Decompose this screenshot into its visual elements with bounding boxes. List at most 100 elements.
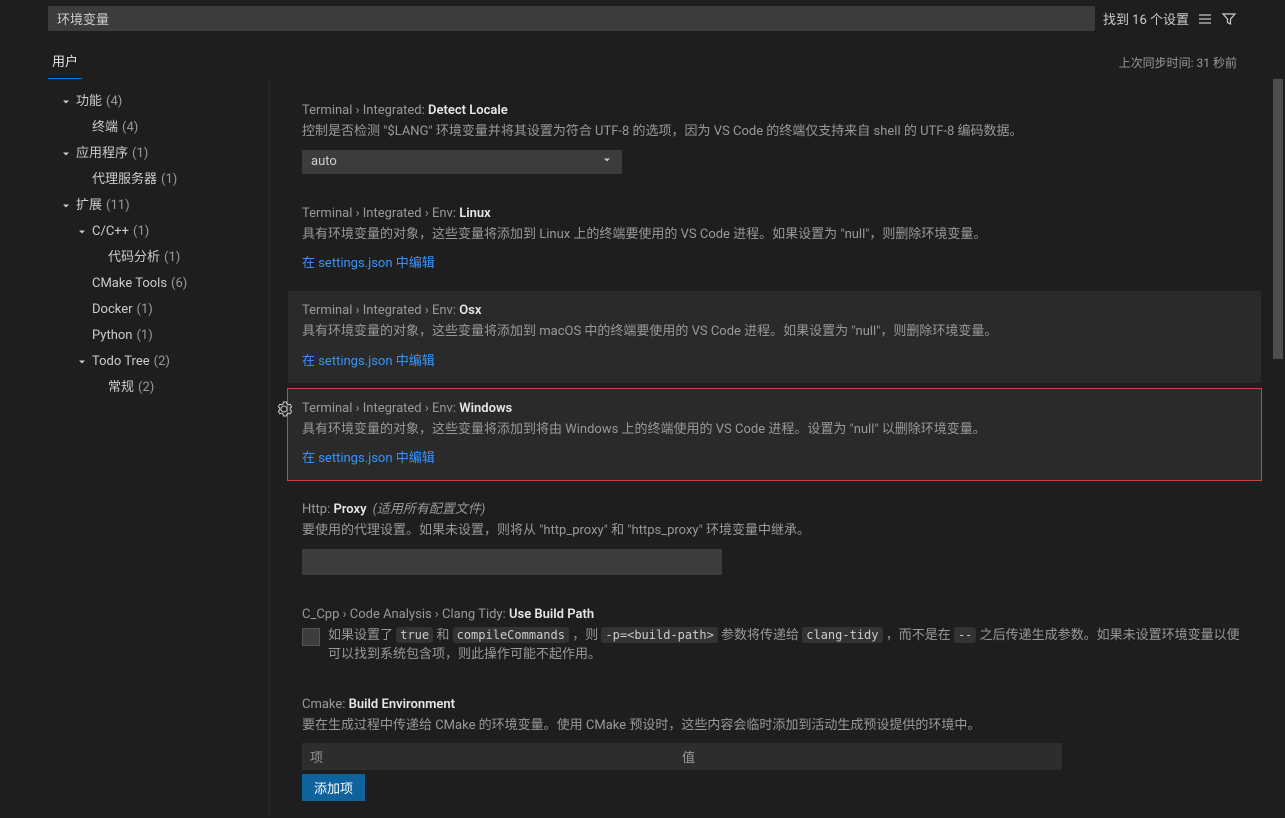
toc-count: (1)	[133, 221, 149, 243]
toc-count: (2)	[154, 351, 170, 373]
toc-code-analysis[interactable]: 代码分析(1)	[0, 245, 269, 271]
toc-label: 功能	[76, 91, 102, 113]
setting-title: Terminal › Integrated › Env: Osx	[302, 303, 1247, 318]
toc-extensions[interactable]: 扩展(11)	[0, 193, 269, 219]
toc-label: 扩展	[76, 195, 102, 217]
use-build-path-checkbox[interactable]	[302, 628, 320, 646]
edit-in-settings-link[interactable]: 在 settings.json 中编辑	[302, 354, 435, 369]
setting-cmake-build-env: Cmake: Build Environment 要在生成过程中传递给 CMak…	[288, 685, 1261, 816]
edit-in-settings-link[interactable]: 在 settings.json 中编辑	[302, 451, 435, 466]
setting-http-proxy: Http: Proxy (适用所有配置文件) 要使用的代理设置。如果未设置，则将从…	[288, 486, 1261, 589]
toc-docker[interactable]: Docker(1)	[0, 297, 269, 323]
breadcrumb: Cmake:	[302, 697, 349, 712]
toc-label: Python	[92, 325, 132, 347]
setting-name: Osx	[459, 303, 481, 318]
setting-title: Terminal › Integrated › Env: Windows	[302, 401, 1247, 416]
toc-label: 应用程序	[76, 143, 128, 165]
setting-clang-tidy: C_Cpp › Code Analysis › Clang Tidy: Use …	[288, 595, 1261, 679]
chevron-down-icon	[74, 354, 90, 370]
chevron-down-icon	[58, 198, 74, 214]
setting-scope: (适用所有配置文件)	[373, 502, 486, 517]
toc-count: (6)	[171, 273, 187, 295]
settings-search-bar: 找到 16 个设置	[0, 0, 1285, 37]
sync-status: 上次同步时间: 31 秒前	[1119, 54, 1237, 71]
toc-count: (1)	[132, 143, 148, 165]
edit-in-settings-link[interactable]: 在 settings.json 中编辑	[302, 256, 435, 271]
toc-count: (1)	[161, 169, 177, 191]
toc-count: (1)	[137, 299, 153, 321]
code-snippet: clang-tidy	[802, 627, 882, 643]
toc-general[interactable]: 常规(2)	[0, 375, 269, 401]
breadcrumb: Terminal › Integrated › Env:	[302, 303, 459, 318]
setting-description: 如果设置了 true 和 compileCommands ，则 -p=<buil…	[328, 626, 1247, 665]
column-key: 项	[310, 747, 682, 766]
breadcrumb: C_Cpp › Code Analysis › Clang Tidy:	[302, 607, 509, 622]
toc-count: (4)	[106, 91, 122, 113]
toc-count: (4)	[122, 117, 138, 139]
setting-description: 具有环境变量的对象，这些变量将添加到 Linux 上的终端要使用的 VS Cod…	[302, 225, 1247, 245]
setting-title: Http: Proxy (适用所有配置文件)	[302, 498, 1247, 517]
settings-view-icon[interactable]	[1197, 11, 1213, 27]
chevron-down-icon	[601, 154, 613, 170]
setting-name: Linux	[459, 206, 491, 221]
detect-locale-select[interactable]: auto	[302, 150, 622, 174]
code-snippet: true	[396, 627, 433, 643]
breadcrumb: Terminal › Integrated:	[302, 103, 428, 118]
column-value: 值	[682, 747, 1054, 766]
toc-python[interactable]: Python(1)	[0, 323, 269, 349]
settings-toc: 功能(4) 终端(4) 应用程序(1) 代理服务器(1) 扩展(11) C/C+…	[0, 79, 270, 817]
setting-name: Proxy	[333, 502, 366, 517]
toc-count: (1)	[164, 247, 180, 269]
setting-name: Use Build Path	[509, 607, 594, 622]
code-snippet: --	[954, 627, 976, 643]
filter-icon[interactable]	[1221, 11, 1237, 27]
results-text: 找到 16 个设置	[1103, 9, 1189, 28]
add-item-button[interactable]: 添加项	[302, 774, 365, 801]
code-snippet: compileCommands	[453, 627, 569, 643]
toc-label: CMake Tools	[92, 273, 167, 295]
chevron-down-icon	[58, 94, 74, 110]
setting-env-osx: Terminal › Integrated › Env: Osx 具有环境变量的…	[288, 291, 1261, 383]
toc-terminal[interactable]: 终端(4)	[0, 115, 269, 141]
toc-proxy[interactable]: 代理服务器(1)	[0, 167, 269, 193]
breadcrumb: Terminal › Integrated › Env:	[302, 401, 459, 416]
setting-description: 要使用的代理设置。如果未设置，则将从 "http_proxy" 和 "https…	[302, 521, 1247, 541]
toc-count: (2)	[138, 377, 154, 399]
toc-cmake-tools[interactable]: CMake Tools(6)	[0, 271, 269, 297]
setting-title: Terminal › Integrated › Env: Linux	[302, 206, 1247, 221]
breadcrumb: Terminal › Integrated › Env:	[302, 206, 459, 221]
setting-env-windows: Terminal › Integrated › Env: Windows 具有环…	[288, 389, 1261, 481]
toc-label: Todo Tree	[92, 351, 150, 373]
setting-name: Build Environment	[349, 697, 455, 712]
toc-features[interactable]: 功能(4)	[0, 89, 269, 115]
select-value: auto	[311, 154, 337, 169]
setting-description: 要在生成过程中传递给 CMake 的环境变量。使用 CMake 预设时，这些内容…	[302, 716, 1247, 736]
gear-icon[interactable]	[276, 401, 292, 417]
setting-env-linux: Terminal › Integrated › Env: Linux 具有环境变…	[288, 194, 1261, 286]
toc-label: Docker	[92, 299, 133, 321]
toc-label: 常规	[108, 377, 134, 399]
toc-todo-tree[interactable]: Todo Tree(2)	[0, 349, 269, 375]
setting-description: 具有环境变量的对象，这些变量将添加到 macOS 中的终端要使用的 VS Cod…	[302, 322, 1247, 342]
setting-description: 控制是否检测 "$LANG" 环境变量并将其设置为符合 UTF-8 的选项，因为…	[302, 122, 1247, 142]
setting-name: Windows	[459, 401, 512, 416]
setting-detect-locale: Terminal › Integrated: Detect Locale 控制是…	[288, 91, 1261, 188]
settings-list: Terminal › Integrated: Detect Locale 控制是…	[270, 79, 1285, 817]
setting-title: Terminal › Integrated: Detect Locale	[302, 103, 1247, 118]
toc-label: 终端	[92, 117, 118, 139]
scrollbar[interactable]	[1273, 79, 1285, 817]
setting-description: 具有环境变量的对象，这些变量将添加到将由 Windows 上的终端使用的 VS …	[302, 420, 1247, 440]
setting-name: Detect Locale	[428, 103, 508, 118]
env-table-header: 项 值	[302, 743, 1062, 770]
settings-tabs: 用户 上次同步时间: 31 秒前	[0, 45, 1285, 79]
toc-label: 代码分析	[108, 247, 160, 269]
breadcrumb: Http:	[302, 502, 333, 517]
setting-title: Cmake: Build Environment	[302, 697, 1247, 712]
toc-count: (11)	[106, 195, 130, 217]
search-results-count: 找到 16 个设置	[1103, 9, 1237, 28]
toc-ccpp[interactable]: C/C++(1)	[0, 219, 269, 245]
search-input[interactable]	[48, 6, 1095, 31]
toc-apps[interactable]: 应用程序(1)	[0, 141, 269, 167]
http-proxy-input[interactable]	[302, 549, 722, 575]
tab-user[interactable]: 用户	[48, 45, 82, 79]
